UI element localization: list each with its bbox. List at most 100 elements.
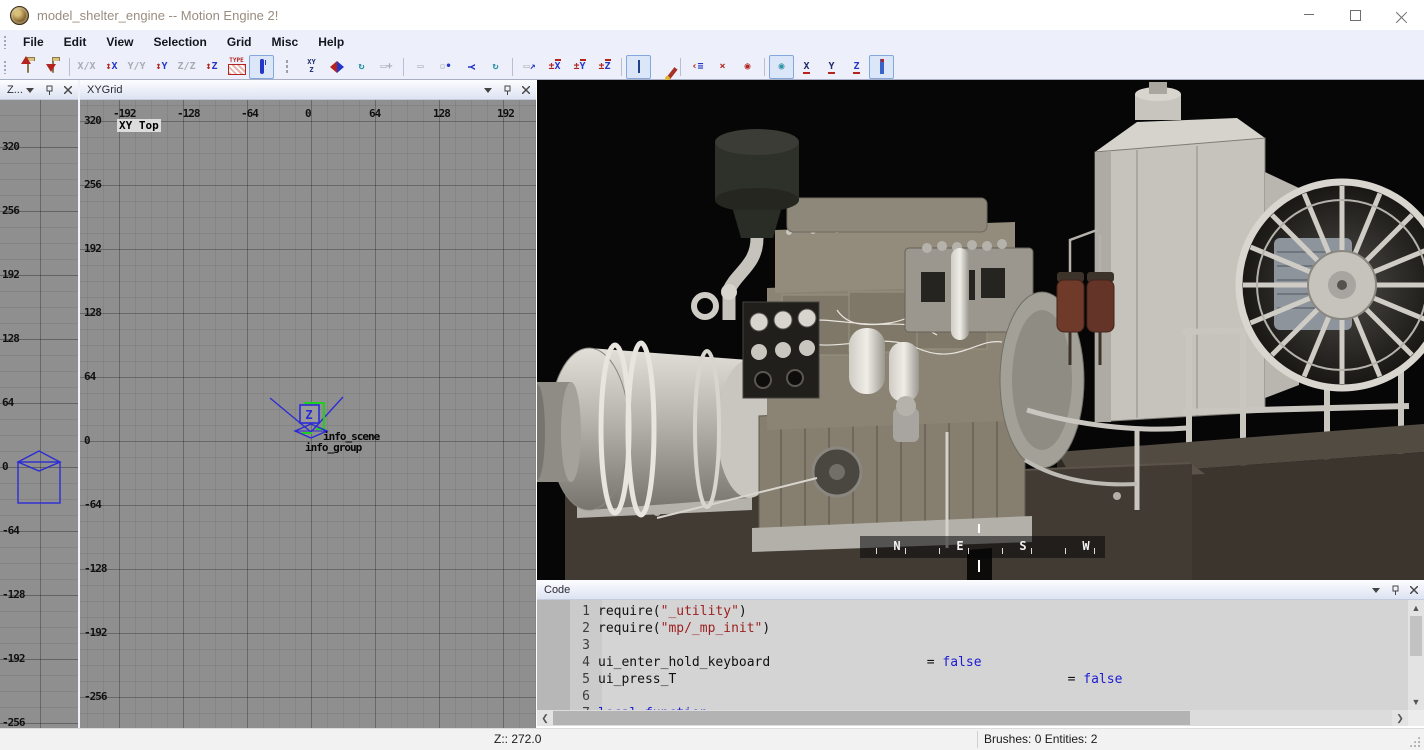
menu-file[interactable]: File — [13, 30, 54, 54]
resize-grip[interactable] — [1408, 735, 1421, 748]
prism-view-button[interactable] — [324, 55, 349, 79]
menu-grid[interactable]: Grid — [217, 30, 262, 54]
entity-gizmo[interactable]: Z info_scene info_group — [80, 100, 536, 728]
code-menu-chevron-icon[interactable] — [1370, 584, 1382, 596]
paste-move-button[interactable]: ▭↗ — [517, 55, 542, 79]
nudge-y-button[interactable]: ±Y — [567, 55, 592, 79]
z-panel-close-icon[interactable] — [62, 84, 74, 96]
code-line-number: 2 — [537, 620, 598, 637]
compass-tick — [1094, 548, 1095, 554]
menubar: FileEditViewSelectionGridMiscHelp — [0, 30, 1424, 54]
nudge-z-icon: ±Z — [598, 62, 610, 72]
toolbar-groups: X/X↕XY/Y↕YZ/Z↕ZTYPEXYZ↻▭+▭▫•Y↻▭↗±X±Y±Z‹≡… — [13, 55, 896, 79]
code-line-number: 4 — [537, 654, 598, 671]
xygrid-close-icon[interactable] — [520, 84, 532, 96]
list-insert-button[interactable]: ‹≡ — [685, 55, 710, 79]
branch-tool-button[interactable]: Y — [458, 55, 483, 79]
compass-tick — [876, 548, 877, 554]
code-vertical-scrollbar[interactable]: ▲ ▼ — [1408, 600, 1424, 710]
menu-selection[interactable]: Selection — [143, 30, 216, 54]
z-panel-menu-chevron-icon[interactable] — [24, 84, 36, 96]
status-separator — [977, 731, 978, 748]
node-connect-icon: ▫• — [439, 62, 451, 72]
z-panel-header[interactable]: Z... — [0, 80, 78, 100]
code-pin-icon[interactable] — [1389, 584, 1401, 596]
node-connect-button[interactable]: ▫• — [433, 55, 458, 79]
minimize-icon — [1304, 14, 1314, 16]
screen-preview-button[interactable]: ▭ — [408, 55, 433, 79]
close-button[interactable] — [1378, 0, 1424, 30]
nudge-x-icon: ±X — [548, 62, 560, 72]
axis-x-button[interactable]: X — [794, 55, 819, 79]
scroll-up-icon[interactable]: ▲ — [1408, 600, 1424, 616]
horizontal-scroll-thumb[interactable] — [553, 711, 1190, 725]
compass-tick — [1031, 548, 1032, 554]
z-ruler-view[interactable]: 320256192128640-64-128-192-256 — [0, 100, 78, 728]
menu-misc[interactable]: Misc — [262, 30, 309, 54]
toolbar-group: ▭ ▫• Y↻ — [406, 55, 510, 79]
xygrid-pin-icon[interactable] — [501, 84, 513, 96]
minimize-button[interactable] — [1286, 0, 1332, 30]
paint-apply-button[interactable] — [651, 55, 676, 79]
flip-x-button[interactable]: X/X — [74, 55, 99, 79]
mirror-z-button[interactable]: ↕Z — [199, 55, 224, 79]
toolbar-group: ◉ XYZ — [767, 55, 896, 79]
menu-help[interactable]: Help — [308, 30, 354, 54]
code-panel-header[interactable]: Code — [537, 580, 1424, 600]
xygrid-view[interactable]: -192-128-64064128192 320256192128640-64-… — [80, 100, 536, 728]
nudge-x-button[interactable]: ±X — [542, 55, 567, 79]
flip-z-button[interactable]: Z/Z — [174, 55, 199, 79]
code-line-number: 1 — [537, 603, 598, 620]
mirror-x-button[interactable]: ↕X — [99, 55, 124, 79]
xygrid-menu-chevron-icon[interactable] — [482, 84, 494, 96]
flip-y-button[interactable]: Y/Y — [124, 55, 149, 79]
scroll-down-icon[interactable]: ▼ — [1408, 694, 1424, 710]
xygrid-panel-header[interactable]: XYGrid — [80, 80, 536, 100]
3d-viewport[interactable]: NESW — [537, 80, 1424, 580]
toolbar-separator — [680, 58, 681, 76]
code-horizontal-scrollbar[interactable]: ❮ ❯ — [537, 710, 1408, 726]
circle-tool-icon: ◉ — [778, 62, 784, 72]
maximize-button[interactable] — [1332, 0, 1378, 30]
mouse-select-button[interactable] — [249, 55, 274, 79]
vertical-scroll-thumb[interactable] — [1410, 616, 1422, 656]
circle-tool-button[interactable]: ◉ — [769, 55, 794, 79]
xygrid-panel-title: XYGrid — [87, 84, 122, 96]
orbit-view-button[interactable]: ↻ — [483, 55, 508, 79]
menubar-grip-icon[interactable] — [3, 35, 7, 49]
scroll-left-icon[interactable]: ❮ — [537, 710, 553, 726]
mirror-y-icon: ↕Y — [155, 62, 167, 72]
code-editor[interactable]: 1require("_utility")2require("mp/_mp_ini… — [537, 600, 1408, 710]
selection-rect-icon — [286, 62, 288, 72]
z-panel-pin-icon[interactable] — [43, 84, 55, 96]
mirror-x-icon: ↕X — [105, 62, 117, 72]
rotate-entity-button[interactable]: ↻ — [349, 55, 374, 79]
entity-properties-button[interactable] — [869, 55, 894, 79]
stamp-add-button[interactable]: ▭+ — [374, 55, 399, 79]
toolbar-grip-icon[interactable] — [3, 60, 7, 74]
rotate-snap-icon: ◉ — [744, 62, 750, 72]
nudge-z-button[interactable]: ±Z — [592, 55, 617, 79]
scroll-right-icon[interactable]: ❯ — [1392, 710, 1408, 726]
axes-xyz-button[interactable]: XYZ — [299, 55, 324, 79]
mirror-y-button[interactable]: ↕Y — [149, 55, 174, 79]
axis-y-button[interactable]: Y — [819, 55, 844, 79]
axis-z-button[interactable]: Z — [844, 55, 869, 79]
grid-snap-button[interactable] — [626, 55, 651, 79]
flip-z-icon: Z/Z — [177, 62, 195, 72]
mouse-select-icon — [260, 62, 264, 72]
menu-view[interactable]: View — [96, 30, 143, 54]
flip-y-icon: Y/Y — [127, 62, 145, 72]
compass-center-tick-bottom — [978, 560, 980, 572]
texture-type-button[interactable]: TYPE — [224, 55, 249, 79]
open-export-button[interactable] — [40, 55, 65, 79]
menu-edit[interactable]: Edit — [54, 30, 97, 54]
open-import-button[interactable] — [15, 55, 40, 79]
grid-snap-icon — [638, 62, 640, 72]
rotate-snap-button[interactable]: ◉ — [735, 55, 760, 79]
delete-selection-button[interactable]: × — [710, 55, 735, 79]
compass-s: S — [1019, 539, 1026, 553]
compass-tick — [1065, 548, 1066, 554]
selection-rect-button[interactable] — [274, 55, 299, 79]
code-close-icon[interactable] — [1408, 584, 1420, 596]
